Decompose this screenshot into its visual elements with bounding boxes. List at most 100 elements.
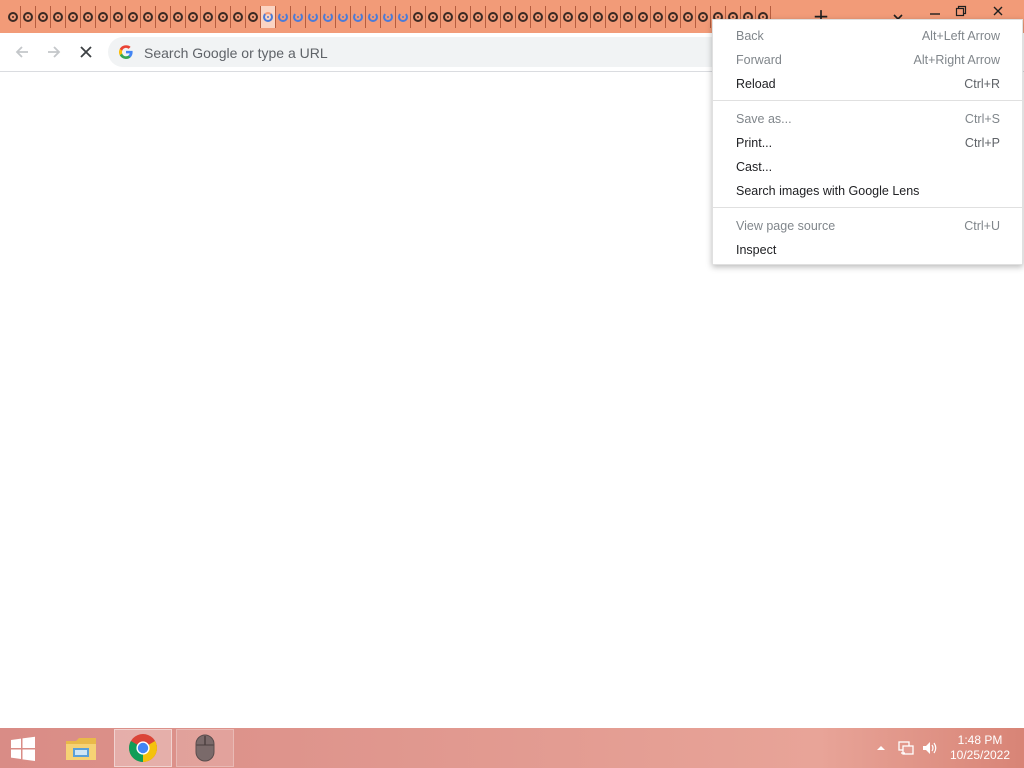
system-clock[interactable]: 1:48 PM 10/25/2022 [944,733,1016,765]
forward-button[interactable] [41,39,67,65]
browser-tab[interactable] [156,6,171,28]
browser-tab[interactable] [561,6,576,28]
browser-tab[interactable] [306,6,321,28]
browser-tab[interactable] [651,6,666,28]
browser-tab[interactable] [6,6,21,28]
browser-tab[interactable] [171,6,186,28]
browser-tab[interactable] [396,6,411,28]
browser-tab[interactable] [81,6,96,28]
browser-tab[interactable] [696,6,711,28]
favicon-icon [158,12,168,22]
menu-item-view-source[interactable]: View page source Ctrl+U [713,214,1022,238]
favicon-icon [368,12,378,22]
browser-tab[interactable] [231,6,246,28]
browser-tab[interactable] [321,6,336,28]
start-button[interactable] [8,736,38,762]
back-button[interactable] [9,39,35,65]
show-hidden-icons-button[interactable] [874,740,888,756]
favicon-icon [638,12,648,22]
omnibox[interactable] [108,37,728,67]
favicon-icon [413,12,423,22]
menu-separator [713,207,1022,208]
browser-tab[interactable] [51,6,66,28]
browser-tab[interactable] [471,6,486,28]
mouse-icon [195,734,215,762]
browser-tab[interactable] [456,6,471,28]
favicon-icon [293,12,303,22]
browser-tab[interactable] [126,6,141,28]
favicon-icon [383,12,393,22]
browser-tab[interactable] [216,6,231,28]
clock-date: 10/25/2022 [949,748,1011,762]
browser-tab[interactable] [441,6,456,28]
browser-tab[interactable] [261,6,276,28]
volume-button[interactable] [920,740,940,756]
browser-tab[interactable] [366,6,381,28]
menu-item-label: Reload [736,77,776,91]
browser-tab[interactable] [636,6,651,28]
context-menu: Back Alt+Left Arrow Forward Alt+Right Ar… [712,19,1023,265]
browser-tab[interactable] [531,6,546,28]
favicon-icon [518,12,528,22]
browser-tab[interactable] [546,6,561,28]
menu-item-cast[interactable]: Cast... [713,155,1022,179]
favicon-icon [443,12,453,22]
favicon-icon [338,12,348,22]
favicon-icon [188,12,198,22]
menu-item-back[interactable]: Back Alt+Left Arrow [713,24,1022,48]
browser-tab[interactable] [276,6,291,28]
menu-item-inspect[interactable]: Inspect [713,238,1022,262]
menu-item-print[interactable]: Print... Ctrl+P [713,131,1022,155]
menu-item-label: Inspect [736,243,777,257]
menu-item-reload[interactable]: Reload Ctrl+R [713,72,1022,96]
google-icon [119,45,133,59]
menu-item-label: Save as... [736,112,792,126]
favicon-icon [128,12,138,22]
browser-tab[interactable] [36,6,51,28]
menu-item-forward[interactable]: Forward Alt+Right Arrow [713,48,1022,72]
restore-icon [955,5,967,17]
favicon-icon [23,12,33,22]
taskbar: 1:48 PM 10/25/2022 [0,728,1024,768]
browser-tab[interactable] [411,6,426,28]
taskbar-mouse-app[interactable] [176,729,234,767]
browser-tab[interactable] [591,6,606,28]
close-icon [993,6,1003,16]
browser-tab[interactable] [246,6,261,28]
omnibox-input[interactable] [142,41,706,65]
browser-tab[interactable] [21,6,36,28]
favicon-icon [68,12,78,22]
windows-logo-icon [11,736,35,761]
favicon-icon [98,12,108,22]
browser-tab[interactable] [576,6,591,28]
browser-tab[interactable] [426,6,441,28]
network-status-button[interactable] [896,740,916,756]
browser-tab[interactable] [666,6,681,28]
browser-tab[interactable] [606,6,621,28]
menu-item-save-as[interactable]: Save as... Ctrl+S [713,107,1022,131]
browser-tab[interactable] [621,6,636,28]
taskbar-file-explorer[interactable] [52,729,110,767]
stop-loading-button[interactable] [73,39,99,65]
browser-tab[interactable] [141,6,156,28]
tab-list [6,6,776,28]
browser-tab[interactable] [291,6,306,28]
menu-item-label: Back [736,29,764,43]
browser-tab[interactable] [201,6,216,28]
browser-tab[interactable] [186,6,201,28]
browser-tab[interactable] [501,6,516,28]
browser-tab[interactable] [516,6,531,28]
browser-tab[interactable] [96,6,111,28]
browser-tab[interactable] [681,6,696,28]
browser-tab[interactable] [351,6,366,28]
menu-item-search-images-lens[interactable]: Search images with Google Lens [713,179,1022,203]
browser-tab[interactable] [111,6,126,28]
favicon-icon [83,12,93,22]
browser-tab[interactable] [66,6,81,28]
browser-tab[interactable] [336,6,351,28]
favicon-icon [278,12,288,22]
browser-tab[interactable] [381,6,396,28]
browser-tab[interactable] [486,6,501,28]
clock-time: 1:48 PM [957,733,1003,747]
taskbar-chrome[interactable] [114,729,172,767]
